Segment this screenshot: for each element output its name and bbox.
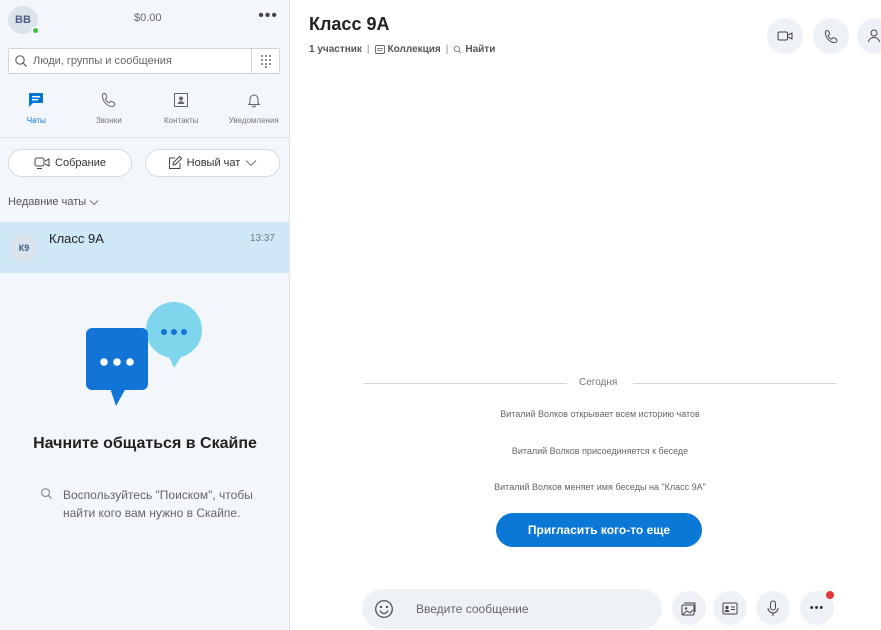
message-composer[interactable] <box>362 589 662 629</box>
add-people-button[interactable] <box>857 18 881 54</box>
search-icon <box>41 488 53 500</box>
tab-notifications[interactable]: Уведомления <box>218 88 291 137</box>
divider: | <box>445 44 449 55</box>
credit-balance[interactable]: $0.00 <box>134 12 162 24</box>
search-input[interactable] <box>33 52 253 70</box>
system-message: Виталий Волков присоединяется к беседе <box>511 446 689 456</box>
chat-name: Класс 9А <box>49 231 104 246</box>
tab-notifications-label: Уведомления <box>228 116 279 125</box>
tab-calls[interactable]: Звонки <box>73 88 146 137</box>
more-actions-button[interactable]: ••• <box>800 591 834 625</box>
emoji-icon[interactable] <box>374 599 394 619</box>
compose-icon <box>168 156 182 169</box>
phone-icon <box>824 29 837 43</box>
gallery-label: Коллекция <box>387 44 441 55</box>
image-gallery-icon <box>681 602 696 615</box>
contacts-icon <box>174 93 189 107</box>
find-label: Найти <box>465 44 496 55</box>
conversation-subheader: 1 участник | Коллекция | Найти <box>309 44 495 55</box>
nav-tabs: Чаты Звонки Контакты Уведомления <box>0 88 290 138</box>
empty-state-title: Начните общаться в Скайпе <box>33 435 257 452</box>
divider-line <box>633 383 837 384</box>
voice-message-button[interactable] <box>756 591 790 625</box>
participants-link[interactable]: 1 участник <box>309 44 362 55</box>
divider-line <box>363 383 567 384</box>
chevron-down-icon <box>89 199 99 205</box>
chevron-down-icon <box>245 160 257 167</box>
contact-card-icon <box>722 602 738 614</box>
recent-chats-filter[interactable]: Недавние чаты <box>8 196 99 208</box>
presence-indicator <box>31 26 40 35</box>
empty-state-hint-text: Воспользуйтесь "Поиском", чтобы найти ко… <box>63 488 253 520</box>
notification-dot <box>826 591 834 599</box>
chat-bubbles-illustration <box>86 302 202 406</box>
search-box[interactable] <box>8 48 280 74</box>
tab-chats[interactable]: Чаты <box>0 88 73 137</box>
chat-time: 13:37 <box>249 233 275 244</box>
conversation-pane: Класс 9А 1 участник | Коллекция | Найти <box>291 0 881 630</box>
meet-now-icon <box>34 157 50 169</box>
more-actions-label: ••• <box>809 602 825 614</box>
chat-icon <box>29 93 44 107</box>
dialpad-icon <box>260 55 271 68</box>
gallery-link[interactable]: Коллекция <box>374 44 441 55</box>
microphone-icon <box>767 600 779 616</box>
video-camera-icon <box>777 31 793 41</box>
day-divider: Сегодня <box>363 375 837 391</box>
media-button[interactable] <box>672 591 706 625</box>
gallery-icon <box>374 45 385 54</box>
profile-row: ВВ $0.00 ••• <box>8 6 282 35</box>
phone-icon <box>101 92 115 108</box>
video-call-button[interactable] <box>767 18 803 54</box>
recent-chats-label: Недавние чаты <box>8 196 87 208</box>
bell-icon <box>247 94 261 108</box>
new-chat-button[interactable]: Новый чат <box>145 149 280 177</box>
new-chat-button-label: Новый чат <box>186 157 241 169</box>
meeting-button[interactable]: Собрание <box>8 149 132 177</box>
send-contact-button[interactable] <box>713 591 747 625</box>
system-message: Виталий Волков меняет имя беседы на "Кла… <box>494 482 706 492</box>
audio-call-button[interactable] <box>813 18 849 54</box>
day-label: Сегодня <box>579 377 618 388</box>
conversation-title: Класс 9А <box>309 14 390 34</box>
find-link[interactable]: Найти <box>453 44 495 55</box>
tab-chats-label: Чаты <box>26 116 46 125</box>
add-person-icon <box>868 29 880 43</box>
message-input[interactable] <box>416 601 646 617</box>
invite-button[interactable]: Пригласить кого-то еще <box>496 513 702 547</box>
tab-contacts-label: Контакты <box>163 116 199 125</box>
system-message: Виталий Волков открывает всем историю ча… <box>500 409 700 419</box>
sidebar: ВВ $0.00 ••• Люди, группы и сообщения Ча… <box>0 0 290 630</box>
search-icon <box>454 45 462 54</box>
search-icon <box>15 55 27 67</box>
chat-avatar: К9 <box>10 234 38 262</box>
tab-contacts[interactable]: Контакты <box>145 88 218 137</box>
meeting-button-label: Собрание <box>55 157 106 169</box>
tab-calls-label: Звонки <box>95 116 122 125</box>
divider: | <box>366 44 370 55</box>
dialpad-button[interactable] <box>251 49 279 73</box>
more-options-button[interactable]: ••• <box>258 8 278 24</box>
chat-list-item[interactable]: К9 Класс 9А 13:37 <box>0 222 289 273</box>
